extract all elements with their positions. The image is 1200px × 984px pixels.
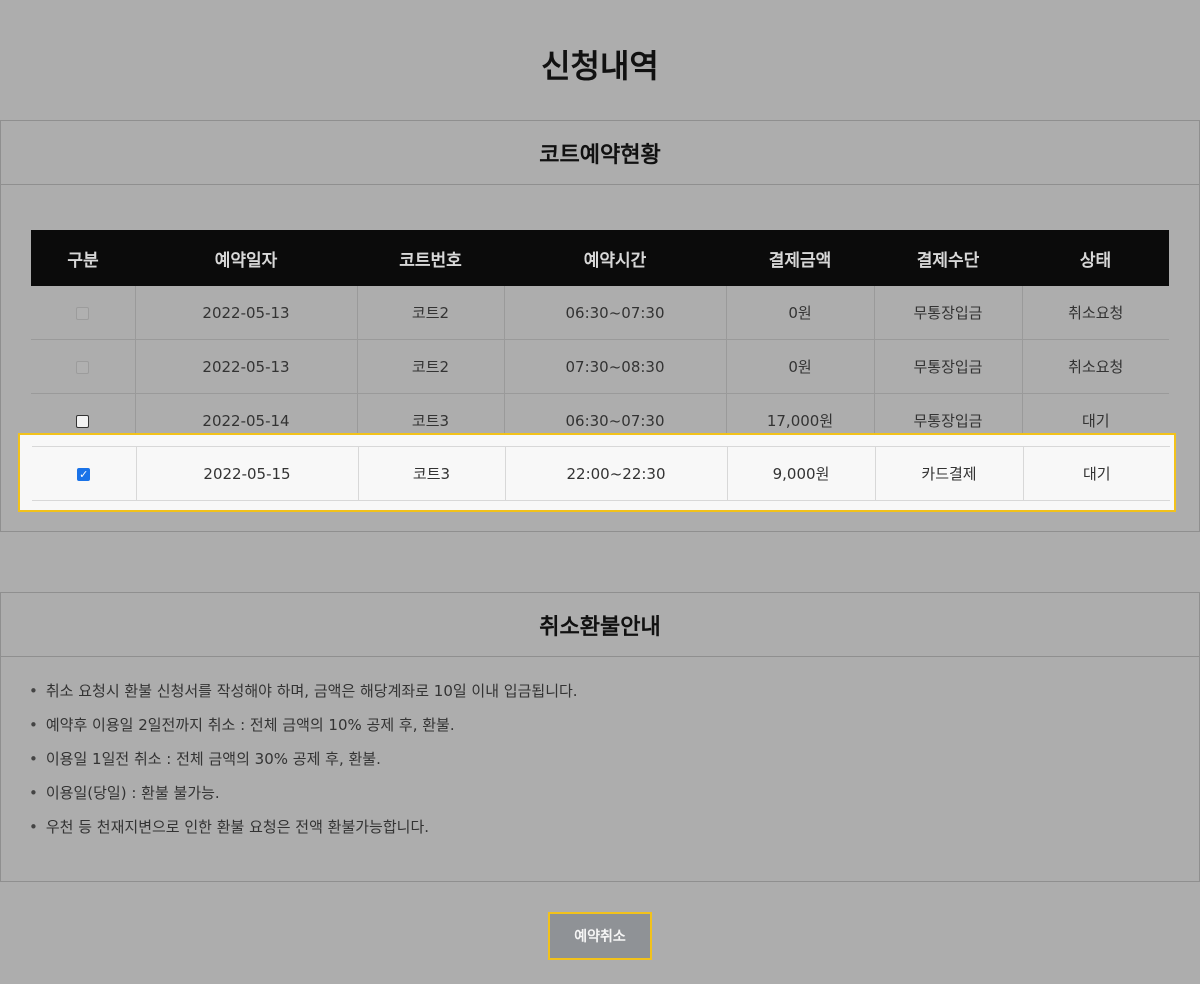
row-date: 2022-05-13 — [134, 286, 357, 340]
list-item: 이용일(당일) : 환불 불가능. — [29, 779, 578, 813]
list-item: 우천 등 천재지변으로 인한 환불 요청은 전액 환불가능합니다. — [29, 813, 578, 847]
column-header-court: 코트번호 — [357, 230, 504, 286]
column-header-date: 예약일자 — [135, 230, 357, 286]
table-row: 2022-05-13 코트2 07:30~08:30 0원 무통장입금 취소요청 — [31, 339, 1169, 394]
row-method: 무통장입금 — [873, 286, 1022, 340]
table-row-selected: ✓ 2022-05-15 코트3 22:00~22:30 9,000원 카드결제… — [32, 446, 1170, 501]
row-court: 코트2 — [356, 339, 504, 394]
list-item: 이용일 1일전 취소 : 전체 금액의 30% 공제 후, 환불. — [29, 745, 578, 779]
row-checkbox[interactable] — [76, 414, 90, 428]
table-row: 2022-05-13 코트2 06:30~07:30 0원 무통장입금 취소요청 — [31, 286, 1169, 340]
selected-row-table: ✓ 2022-05-15 코트3 22:00~22:30 9,000원 카드결제… — [32, 446, 1170, 501]
reservation-status-title: 코트예약현황 — [1, 121, 1199, 185]
column-header-amount: 결제금액 — [726, 230, 874, 286]
row-court: 코트3 — [357, 446, 505, 501]
row-checkbox-disabled — [76, 360, 90, 374]
reservation-table: 구분 예약일자 코트번호 예약시간 결제금액 결제수단 상태 2022-05-1… — [31, 230, 1169, 448]
row-status: 대기 — [1022, 446, 1170, 501]
cancel-reservation-button[interactable]: 예약취소 — [548, 912, 652, 960]
row-checkbox-cell — [31, 286, 135, 340]
row-checkbox-cell — [31, 339, 135, 394]
row-court: 코트2 — [356, 286, 504, 340]
column-header-type: 구분 — [31, 230, 135, 286]
row-date: 2022-05-13 — [134, 339, 357, 394]
column-header-status: 상태 — [1022, 230, 1169, 286]
refund-guide-list: 취소 요청시 환불 신청서를 작성해야 하며, 금액은 해당계좌로 10일 이내… — [29, 677, 578, 847]
refund-guide-panel: 취소환불안내 취소 요청시 환불 신청서를 작성해야 하며, 금액은 해당계좌로… — [0, 592, 1200, 882]
column-header-time: 예약시간 — [504, 230, 726, 286]
row-checkbox-checked[interactable]: ✓ — [77, 467, 91, 481]
row-time: 07:30~08:30 — [503, 339, 726, 394]
row-status: 취소요청 — [1021, 286, 1169, 340]
row-method: 무통장입금 — [873, 339, 1022, 394]
row-time: 06:30~07:30 — [503, 286, 726, 340]
selected-row-highlight: ✓ 2022-05-15 코트3 22:00~22:30 9,000원 카드결제… — [18, 433, 1176, 512]
list-item: 예약후 이용일 2일전까지 취소 : 전체 금액의 10% 공제 후, 환불. — [29, 711, 578, 745]
row-amount: 0원 — [725, 339, 874, 394]
row-amount: 0원 — [725, 286, 874, 340]
row-method: 카드결제 — [874, 446, 1023, 501]
table-header-row: 구분 예약일자 코트번호 예약시간 결제금액 결제수단 상태 — [31, 230, 1169, 286]
column-header-method: 결제수단 — [874, 230, 1022, 286]
row-date: 2022-05-15 — [135, 446, 358, 501]
list-item: 취소 요청시 환불 신청서를 작성해야 하며, 금액은 해당계좌로 10일 이내… — [29, 677, 578, 711]
refund-guide-title: 취소환불안내 — [1, 593, 1199, 657]
row-checkbox-cell: ✓ — [32, 446, 136, 501]
row-amount: 9,000원 — [726, 446, 875, 501]
page-title: 신청내역 — [541, 47, 659, 85]
row-checkbox-disabled — [76, 306, 90, 320]
row-status: 취소요청 — [1021, 339, 1169, 394]
row-time: 22:00~22:30 — [504, 446, 727, 501]
